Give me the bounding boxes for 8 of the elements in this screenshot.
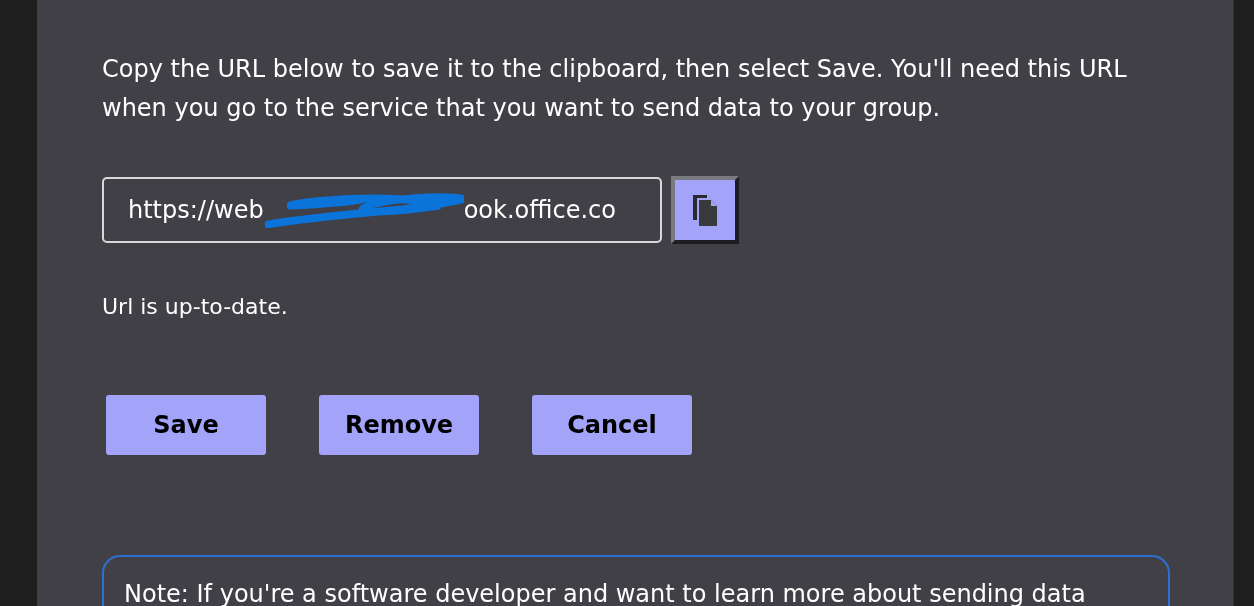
- url-field[interactable]: https://web ook.office.co: [102, 177, 662, 243]
- dialog-button[interactable]: Save: [106, 395, 266, 455]
- dialog-button[interactable]: Cancel: [532, 395, 692, 455]
- copy-icon: [691, 193, 719, 227]
- instructions-text: Copy the URL below to save it to the clipboard, then select Save. You'll need this URL when you go to the service that you want to send data to your group.: [102, 54, 1128, 124]
- copy-button[interactable]: [671, 176, 739, 244]
- status-text: Url is up-to-date.: [102, 294, 289, 319]
- dialog-button[interactable]: Remove: [319, 395, 479, 455]
